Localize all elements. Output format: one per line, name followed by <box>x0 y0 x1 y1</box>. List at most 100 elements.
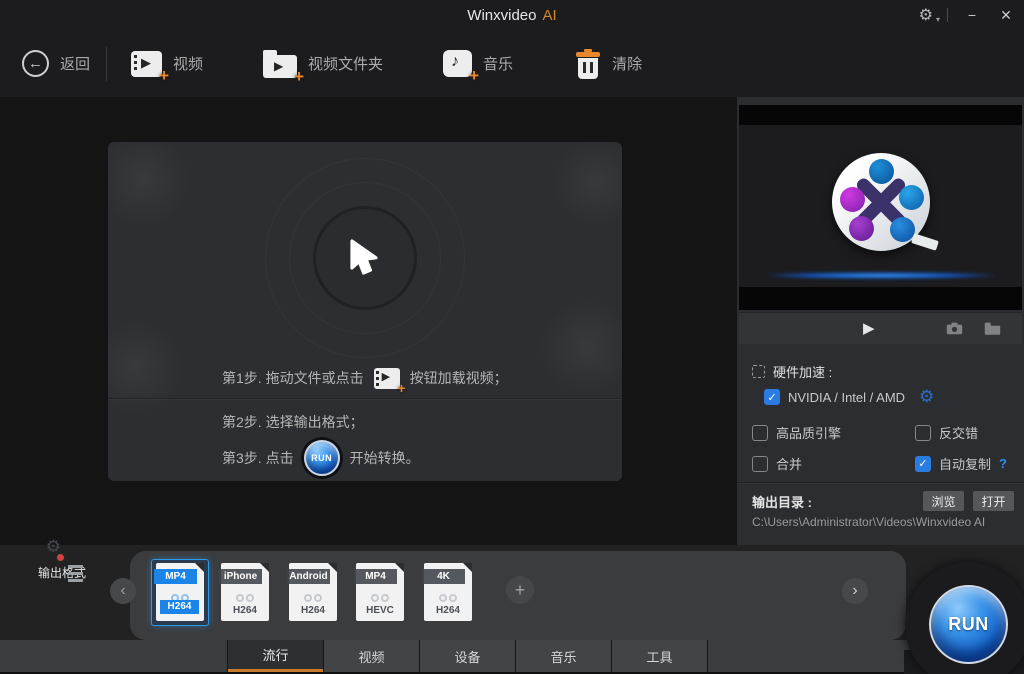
format-codec: HEVC <box>356 605 404 616</box>
music-add-icon: ♪ + <box>443 50 472 77</box>
run-mini-icon: RUN <box>304 440 340 476</box>
decor-reel <box>546 142 622 232</box>
step2-row: 第2步. 选择输出格式； <box>108 410 622 434</box>
gpu-settings-gear-icon[interactable]: ⚙ <box>919 387 934 407</box>
add-format-button[interactable]: + <box>506 576 534 604</box>
step1-prefix: 第1步. 拖动文件或点击 <box>222 368 364 388</box>
high-quality-option[interactable]: 高品质引擎 <box>752 423 841 442</box>
run-button-label: RUN <box>948 614 989 635</box>
video-label: 视频 <box>173 53 203 74</box>
step3-prefix: 第3步. 点击 <box>222 448 294 468</box>
output-format-widget[interactable]: ⚙ 输出格式 <box>27 556 97 581</box>
scroll-left-button[interactable]: ‹ <box>110 578 136 604</box>
toolbar: ← 返回 ▶ + 视频 ▶ + 视频文件夹 ♪ + 音乐 <box>0 30 1024 97</box>
titlebar-separator <box>947 8 948 22</box>
tab-music[interactable]: 音乐 <box>516 640 611 672</box>
minimize-button[interactable]: − <box>962 7 982 23</box>
cursor-arrow-icon <box>348 239 382 277</box>
auto-copy-checkbox[interactable]: ✓ <box>915 456 931 472</box>
close-button[interactable]: ✕ <box>996 7 1016 24</box>
clear-button[interactable]: 清除 <box>575 48 642 79</box>
film-play-glyph: ▶ <box>382 370 390 384</box>
video-add-icon: ▶ + <box>374 368 400 389</box>
step3-row: 第3步. 点击 RUN 开始转换。 <box>108 438 622 478</box>
format-card[interactable]: iPhone H264 <box>221 563 269 621</box>
output-format-label: 输出格式 <box>27 564 97 581</box>
video-folder-add-icon: ▶ + <box>263 49 297 78</box>
play-button[interactable]: ▶ <box>863 319 875 337</box>
decor-reel <box>108 142 198 234</box>
app-window: Winxvideo AI ⚙ ▾ − ✕ ← 返回 ▶ + 视频 <box>0 0 1024 674</box>
tabbar-filler-left <box>0 640 227 672</box>
video-add-icon: ▶ + <box>131 51 162 77</box>
clear-label: 清除 <box>612 53 642 74</box>
step3-suffix: 开始转换。 <box>350 448 420 468</box>
winxvideo-logo <box>832 153 930 251</box>
deinterlace-option[interactable]: 反交错 <box>915 423 978 442</box>
caret-down-icon: ▾ <box>936 15 940 24</box>
auto-copy-option[interactable]: ✓ 自动复制 ? <box>915 454 1007 473</box>
plus-icon: + <box>515 580 526 601</box>
tab-popular[interactable]: 流行 <box>228 640 323 672</box>
film-play-glyph: ▶ <box>141 55 151 72</box>
merge-checkbox[interactable] <box>752 456 768 472</box>
chevron-right-icon: › <box>852 583 857 599</box>
auto-copy-label: 自动复制 <box>939 454 991 473</box>
settings-gear-icon[interactable]: ⚙ ▾ <box>919 5 933 25</box>
format-name: MP4 <box>354 569 397 584</box>
high-quality-checkbox[interactable] <box>752 425 768 441</box>
check-icon: ✓ <box>767 391 776 404</box>
scroll-right-button[interactable]: › <box>842 578 868 604</box>
output-dir-path: C:\Users\Administrator\Videos\Winxvideo … <box>752 515 985 529</box>
back-label: 返回 <box>60 53 90 74</box>
hw-accel-label: 硬件加速 : <box>773 362 832 381</box>
snapshot-camera-icon[interactable] <box>946 322 963 340</box>
step2-text: 第2步. 选择输出格式； <box>222 412 364 432</box>
hw-accel-row: 硬件加速 : <box>752 362 832 381</box>
open-button[interactable]: 打开 <box>973 491 1014 511</box>
load-video-target[interactable] <box>313 206 417 310</box>
format-card[interactable]: MP4 HEVC <box>356 563 404 621</box>
format-codec: H264 <box>289 605 337 616</box>
preview-controls: ▶ <box>739 312 1022 344</box>
merge-option[interactable]: 合并 <box>752 454 802 473</box>
preview-screen <box>739 125 1022 287</box>
add-video-button[interactable]: ▶ + 视频 <box>131 51 203 77</box>
step1-row: 第1步. 拖动文件或点击 ▶ + 按钮加载视频； <box>108 364 622 392</box>
tab-device[interactable]: 设备 <box>420 640 515 672</box>
file-drop-zone[interactable]: 第1步. 拖动文件或点击 ▶ + 按钮加载视频； 第2步. 选择输出格式； 第3… <box>108 142 622 481</box>
music-note-glyph: ♪ <box>451 53 459 71</box>
run-mini-label: RUN <box>311 453 332 463</box>
open-folder-icon[interactable] <box>984 322 1001 340</box>
add-video-folder-button[interactable]: ▶ + 视频文件夹 <box>263 49 383 78</box>
tab-video[interactable]: 视频 <box>324 640 419 672</box>
format-name: Android <box>287 569 330 584</box>
plus-badge-icon: + <box>397 381 405 395</box>
format-card-selected[interactable]: MP4 H264 <box>151 559 209 626</box>
main-area: 第1步. 拖动文件或点击 ▶ + 按钮加载视频； 第2步. 选择输出格式； 第3… <box>0 97 735 545</box>
help-icon[interactable]: ? <box>999 456 1007 471</box>
options-divider <box>737 482 1024 483</box>
gpu-row: ✓ NVIDIA / Intel / AMD ⚙ <box>764 387 934 407</box>
back-button[interactable]: ← 返回 <box>22 50 90 77</box>
tab-tools[interactable]: 工具 <box>612 640 707 672</box>
format-card[interactable]: Android H264 <box>289 563 337 621</box>
chip-icon <box>752 365 765 378</box>
run-button[interactable]: RUN <box>929 585 1008 664</box>
gear-glyph: ⚙ <box>919 7 933 24</box>
format-card[interactable]: 4K H264 <box>424 563 472 621</box>
format-codec: H264 <box>160 600 199 614</box>
logo-glow <box>766 272 996 279</box>
add-music-button[interactable]: ♪ + 音乐 <box>443 50 513 77</box>
high-quality-label: 高品质引擎 <box>776 423 841 442</box>
deinterlace-checkbox[interactable] <box>915 425 931 441</box>
browse-button[interactable]: 浏览 <box>923 491 964 511</box>
gpu-checkbox[interactable]: ✓ <box>764 389 780 405</box>
tabbar-filler-right <box>708 640 912 672</box>
video-preview <box>739 105 1022 310</box>
output-dir-row: 输出目录 : 浏览 打开 <box>752 491 1014 511</box>
notification-dot <box>55 552 66 563</box>
back-icon: ← <box>22 50 49 77</box>
format-category-tabs: 流行 视频 设备 音乐 工具 <box>0 640 1024 672</box>
deinterlace-label: 反交错 <box>939 423 978 442</box>
